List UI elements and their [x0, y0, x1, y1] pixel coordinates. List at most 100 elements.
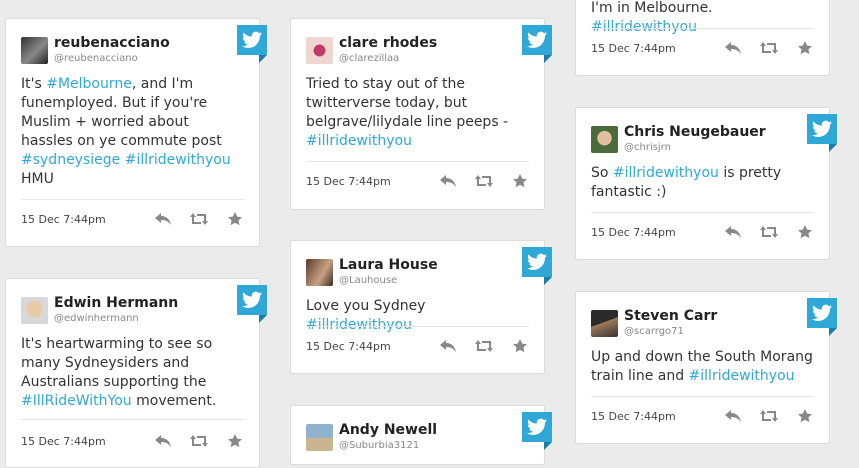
tweet-text-segment: It's [21, 76, 47, 92]
tweet-author: clare rhodes @clarezillaa [306, 34, 437, 66]
tweet-text-segment: movement. [131, 393, 217, 409]
tweet-card: Steven Carr @scarrgo71 Up and down the S… [575, 291, 837, 444]
star-icon[interactable] [511, 338, 529, 354]
retweet-icon[interactable] [760, 408, 778, 424]
tweet-author: Edwin Hermann @edwinhermann [21, 294, 178, 326]
tweet-footer: 15 Dec 7:44pm [591, 222, 814, 242]
avatar[interactable] [591, 125, 618, 153]
star-icon[interactable] [796, 408, 814, 424]
tweet-footer: 15 Dec 7:44pm [591, 406, 814, 426]
author-name[interactable]: Andy Newell [339, 422, 437, 438]
tweet-footer: 15 Dec 7:44pm [591, 38, 814, 58]
author-name[interactable]: Laura House [339, 257, 438, 273]
tweet-footer: 15 Dec 7:44pm [306, 336, 529, 356]
tweet-footer: 15 Dec 7:44pm [306, 171, 529, 191]
tweet-text-segment: So [591, 165, 613, 181]
star-icon[interactable] [511, 173, 529, 189]
avatar[interactable] [306, 258, 333, 286]
twitter-bird-icon[interactable] [237, 285, 267, 323]
reply-icon[interactable] [724, 224, 742, 240]
author-handle[interactable]: @reubenacciano [54, 53, 170, 64]
hashtag-link[interactable]: #illridewithyou [125, 152, 231, 168]
retweet-icon[interactable] [475, 173, 493, 189]
tweet-author: reubenacciano @reubenacciano [21, 34, 170, 66]
tweet-footer: 15 Dec 7:44pm [21, 431, 244, 451]
avatar[interactable] [306, 423, 333, 451]
star-icon[interactable] [226, 211, 244, 227]
hashtag-link[interactable]: #illridewithyou [613, 165, 719, 181]
tweet-text: Love you Sydney #illridewithyou [306, 297, 530, 335]
hashtag-link[interactable]: #illridewithyou [689, 368, 795, 384]
tweet-card: clare rhodes @clarezillaa Tried to stay … [290, 18, 552, 210]
retweet-icon[interactable] [190, 433, 208, 449]
tweet-text: Tried to stay out of the twitterverse to… [306, 75, 530, 151]
twitter-bird-icon[interactable] [807, 298, 837, 336]
author-name[interactable]: Steven Carr [624, 308, 717, 324]
retweet-icon[interactable] [760, 224, 778, 240]
tweet-card: Laura House @Lauhouse Love you Sydney #i… [290, 240, 552, 374]
hashtag-link[interactable]: #IllRideWithYou [21, 393, 132, 409]
author-handle[interactable]: @clarezillaa [339, 53, 437, 64]
tweet-timestamp[interactable]: 15 Dec 7:44pm [21, 435, 154, 448]
twitter-bird-icon[interactable] [522, 412, 552, 450]
author-handle[interactable]: @chrisjrn [624, 142, 766, 153]
divider [21, 419, 244, 420]
reply-icon[interactable] [154, 433, 172, 449]
hashtag-link[interactable]: #sydneysiege [21, 152, 120, 168]
tweet-timestamp[interactable]: 15 Dec 7:44pm [591, 226, 724, 239]
author-name[interactable]: Chris Neugebauer [624, 124, 766, 140]
hashtag-link[interactable]: #illridewithyou [306, 133, 412, 149]
avatar[interactable] [21, 296, 48, 324]
reply-icon[interactable] [724, 408, 742, 424]
star-icon[interactable] [226, 433, 244, 449]
twitter-bird-icon[interactable] [237, 25, 267, 63]
reply-icon[interactable] [724, 40, 742, 56]
retweet-icon[interactable] [475, 338, 493, 354]
hashtag-link[interactable]: #Melbourne [46, 76, 132, 92]
tweet-card: reubenacciano @reubenacciano It's #Melbo… [5, 18, 267, 247]
tweet-text-segment: Tried to stay out of the twitterverse to… [306, 76, 509, 130]
divider [591, 28, 814, 29]
author-handle[interactable]: @Suburbia3121 [339, 440, 437, 451]
retweet-icon[interactable] [190, 211, 208, 227]
divider [306, 326, 529, 327]
author-handle[interactable]: @Lauhouse [339, 275, 438, 286]
star-icon[interactable] [796, 40, 814, 56]
tweet-author: Andy Newell @Suburbia3121 [306, 421, 437, 453]
hashtag-link[interactable]: #illridewithyou [306, 317, 412, 333]
tweet-timestamp[interactable]: 15 Dec 7:44pm [21, 213, 154, 226]
reply-icon[interactable] [439, 173, 457, 189]
tweet-card: Edwin Hermann @edwinhermann It's heartwa… [5, 278, 267, 468]
star-icon[interactable] [796, 224, 814, 240]
avatar[interactable] [21, 36, 48, 64]
tweet-timestamp[interactable]: 15 Dec 7:44pm [591, 42, 724, 55]
tweet-timestamp[interactable]: 15 Dec 7:44pm [306, 340, 439, 353]
hashtag-link[interactable]: #illridewithyou [591, 19, 697, 35]
avatar[interactable] [306, 36, 333, 64]
twitter-bird-icon[interactable] [807, 114, 837, 152]
twitter-bird-icon[interactable] [522, 247, 552, 285]
tweet-timestamp[interactable]: 15 Dec 7:44pm [591, 410, 724, 423]
author-handle[interactable]: @scarrgo71 [624, 326, 717, 337]
divider [591, 212, 814, 213]
twitter-bird-icon[interactable] [522, 25, 552, 63]
tweet-text-segment: HMU [21, 171, 54, 187]
reply-icon[interactable] [154, 211, 172, 227]
tweet-text: Up and down the South Morang train line … [591, 348, 815, 386]
divider [306, 161, 529, 162]
author-name[interactable]: reubenacciano [54, 35, 170, 51]
tweet-author: Steven Carr @scarrgo71 [591, 307, 717, 339]
author-handle[interactable]: @edwinhermann [54, 313, 178, 324]
retweet-icon[interactable] [760, 40, 778, 56]
tweet-text-segment: I'm in Melbourne. [591, 0, 713, 16]
avatar[interactable] [591, 309, 618, 337]
tweet-text: It's #Melbourne, and I'm funemployed. Bu… [21, 75, 245, 189]
reply-icon[interactable] [439, 338, 457, 354]
tweet-text-segment: It's heartwarming to see so many Sydneys… [21, 336, 213, 390]
divider [21, 199, 244, 200]
tweet-text: So #illridewithyou is pretty fantastic :… [591, 164, 815, 202]
tweet-text: It's heartwarming to see so many Sydneys… [21, 335, 245, 411]
author-name[interactable]: clare rhodes [339, 35, 437, 51]
tweet-timestamp[interactable]: 15 Dec 7:44pm [306, 175, 439, 188]
author-name[interactable]: Edwin Hermann [54, 295, 178, 311]
